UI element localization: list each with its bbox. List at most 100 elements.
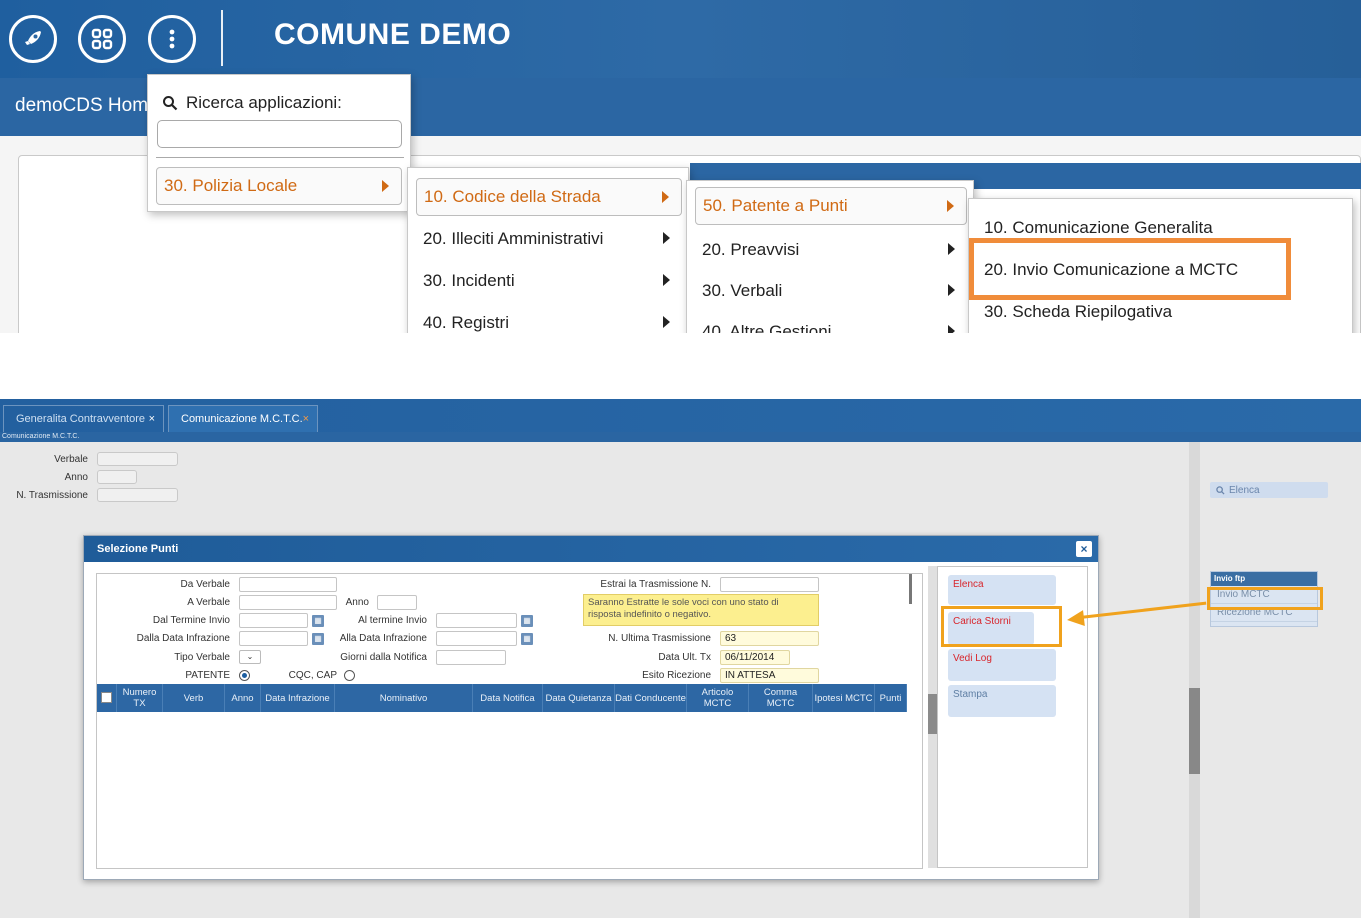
anno-label: Anno: [345, 597, 369, 608]
cqc-cap-label: CQC, CAP: [288, 670, 337, 681]
chevron-right-icon: [948, 243, 955, 255]
data-ult-tx-label: Data Ult. Tx: [658, 652, 711, 663]
giorni-notifica-label: Giorni dalla Notifica: [340, 652, 427, 663]
select-all-checkbox[interactable]: [101, 692, 112, 703]
patente-radio[interactable]: [239, 670, 250, 681]
tab-comunicazione-mctc[interactable]: Comunicazione M.C.T.C. ×: [168, 405, 318, 432]
cqc-cap-radio[interactable]: [344, 670, 355, 681]
menu-item-verbali[interactable]: 30. Verbali: [695, 272, 967, 310]
a-verbale-input[interactable]: [239, 595, 337, 610]
dialog-title: Selezione Punti: [84, 536, 1098, 562]
search-label-row: Ricerca applicazioni:: [162, 93, 342, 113]
column-header[interactable]: Data Notifica: [473, 684, 543, 712]
apps-grid-icon[interactable]: [78, 15, 126, 63]
calendar-icon[interactable]: ▦: [521, 633, 533, 645]
close-icon[interactable]: ×: [303, 413, 309, 425]
alla-data-infrazione-label: Alla Data Infrazione: [339, 633, 427, 644]
esito-ricezione-value: IN ATTESA: [720, 668, 819, 683]
column-header[interactable]: Punti: [875, 684, 907, 712]
menu-item-altre-gestioni[interactable]: 40. Altre Gestioni: [695, 313, 967, 333]
tipo-verbale-select[interactable]: ⌄: [239, 650, 261, 664]
column-header[interactable]: Comma MCTC: [749, 684, 813, 712]
calendar-icon[interactable]: ▦: [312, 615, 324, 627]
verbale-input[interactable]: [97, 452, 178, 466]
chevron-right-icon: [663, 274, 670, 286]
scrollbar[interactable]: [909, 574, 912, 604]
collapse-handle[interactable]: [1189, 688, 1200, 774]
column-header[interactable]: Nominativo: [335, 684, 473, 712]
search-icon: [1216, 485, 1225, 495]
chevron-right-icon: [663, 316, 670, 328]
rocket-icon[interactable]: [9, 15, 57, 63]
column-header[interactable]: Data Quietanza: [543, 684, 615, 712]
results-table-header: Numero TX Verb Anno Data Infrazione Nomi…: [97, 684, 907, 712]
search-icon: [163, 96, 178, 111]
alla-data-infrazione-input[interactable]: [436, 631, 517, 646]
menu-item-incidenti[interactable]: 30. Incidenti: [416, 262, 682, 300]
data-ult-tx-value: 06/11/2014: [720, 650, 790, 665]
submenu-codice-della-strada: 50. Patente a Punti 20. Preavvisi 30. Ve…: [686, 180, 974, 333]
column-header[interactable]: Ipotesi MCTC: [813, 684, 875, 712]
info-note: Saranno Estratte le sole voci con uno st…: [583, 594, 819, 626]
verbale-label: Verbale: [54, 454, 88, 465]
estrai-trasmissione-input[interactable]: [720, 577, 819, 592]
tab-generalita-contravventore[interactable]: Generalita Contravventore ×: [3, 405, 164, 432]
selezione-punti-dialog: Selezione Punti × Da Verbale A Verbale A…: [83, 535, 1099, 880]
ultima-trasmissione-label: N. Ultima Trasmissione: [608, 633, 711, 644]
close-icon[interactable]: ×: [1076, 541, 1092, 557]
calendar-icon[interactable]: ▦: [521, 615, 533, 627]
collapse-sidebar[interactable]: [1189, 442, 1200, 918]
menu-item-codice-della-strada[interactable]: 10. Codice della Strada: [416, 178, 682, 216]
tipo-verbale-label: Tipo Verbale: [174, 652, 230, 663]
elenca-button[interactable]: Elenca: [948, 575, 1056, 605]
annotation-highlight-invio-mctc: [1207, 587, 1323, 610]
dalla-data-infrazione-label: Dalla Data Infrazione: [136, 633, 230, 644]
app-title: COMUNE DEMO: [274, 18, 512, 51]
tab-bar: Generalita Contravventore × Comunicazione…: [0, 399, 1361, 432]
stampa-button[interactable]: Stampa: [948, 685, 1056, 717]
elenca-search-button[interactable]: Elenca: [1210, 482, 1328, 498]
column-header[interactable]: Articolo MCTC: [687, 684, 749, 712]
breadcrumb: Comunicazione M.C.T.C.: [0, 432, 1361, 442]
estrai-trasmissione-label: Estrai la Trasmissione N.: [600, 579, 711, 590]
annotation-highlight-carica-storni: [941, 606, 1062, 647]
menu-item-polizia-locale[interactable]: 30. Polizia Locale: [156, 167, 402, 205]
menu-navigation-screenshot: COMUNE DEMO demoCDS Hom Ricerca applicaz…: [0, 0, 1361, 333]
menu-item-patente-a-punti[interactable]: 50. Patente a Punti: [695, 187, 967, 225]
menu-divider: [156, 157, 404, 158]
dal-termine-invio-input[interactable]: [239, 613, 308, 628]
more-vertical-icon[interactable]: [148, 15, 196, 63]
da-verbale-label: Da Verbale: [180, 579, 230, 590]
n-trasmissione-input[interactable]: [97, 488, 178, 502]
chevron-right-icon: [382, 180, 389, 192]
patente-label: PATENTE: [185, 670, 230, 681]
da-verbale-input[interactable]: [239, 577, 337, 592]
giorni-notifica-input[interactable]: [436, 650, 506, 665]
n-trasmissione-label: N. Trasmissione: [16, 490, 88, 501]
dal-termine-invio-label: Dal Termine Invio: [152, 615, 230, 626]
anno-input[interactable]: [97, 470, 137, 484]
anno-input[interactable]: [377, 595, 417, 610]
menu-item-preavvisi[interactable]: 20. Preavvisi: [695, 231, 967, 269]
menu-item-illeciti-amministrativi[interactable]: 20. Illeciti Amministrativi: [416, 220, 682, 258]
dialog-collapse-bar[interactable]: [928, 566, 937, 868]
column-header[interactable]: Data Infrazione: [261, 684, 335, 712]
menu-item-registri[interactable]: 40. Registri: [416, 304, 682, 333]
app-header: COMUNE DEMO: [0, 0, 1361, 78]
close-icon[interactable]: ×: [149, 413, 155, 425]
column-header[interactable]: Verb: [163, 684, 225, 712]
vedi-log-button[interactable]: Vedi Log: [948, 649, 1056, 681]
breadcrumb[interactable]: demoCDS Hom: [15, 95, 148, 117]
esito-ricezione-label: Esito Ricezione: [642, 670, 711, 681]
application-menu: Ricerca applicazioni: 30. Polizia Locale: [147, 74, 411, 212]
column-header[interactable]: Anno: [225, 684, 261, 712]
column-header[interactable]: Dati Conducente: [615, 684, 687, 712]
collapse-handle[interactable]: [928, 694, 937, 734]
search-applications-input[interactable]: [157, 120, 402, 148]
al-termine-invio-input[interactable]: [436, 613, 517, 628]
dalla-data-infrazione-input[interactable]: [239, 631, 308, 646]
anno-label: Anno: [64, 472, 88, 483]
invio-ftp-title: Invio ftp: [1211, 572, 1317, 586]
a-verbale-label: A Verbale: [187, 597, 230, 608]
column-header[interactable]: Numero TX: [117, 684, 163, 712]
